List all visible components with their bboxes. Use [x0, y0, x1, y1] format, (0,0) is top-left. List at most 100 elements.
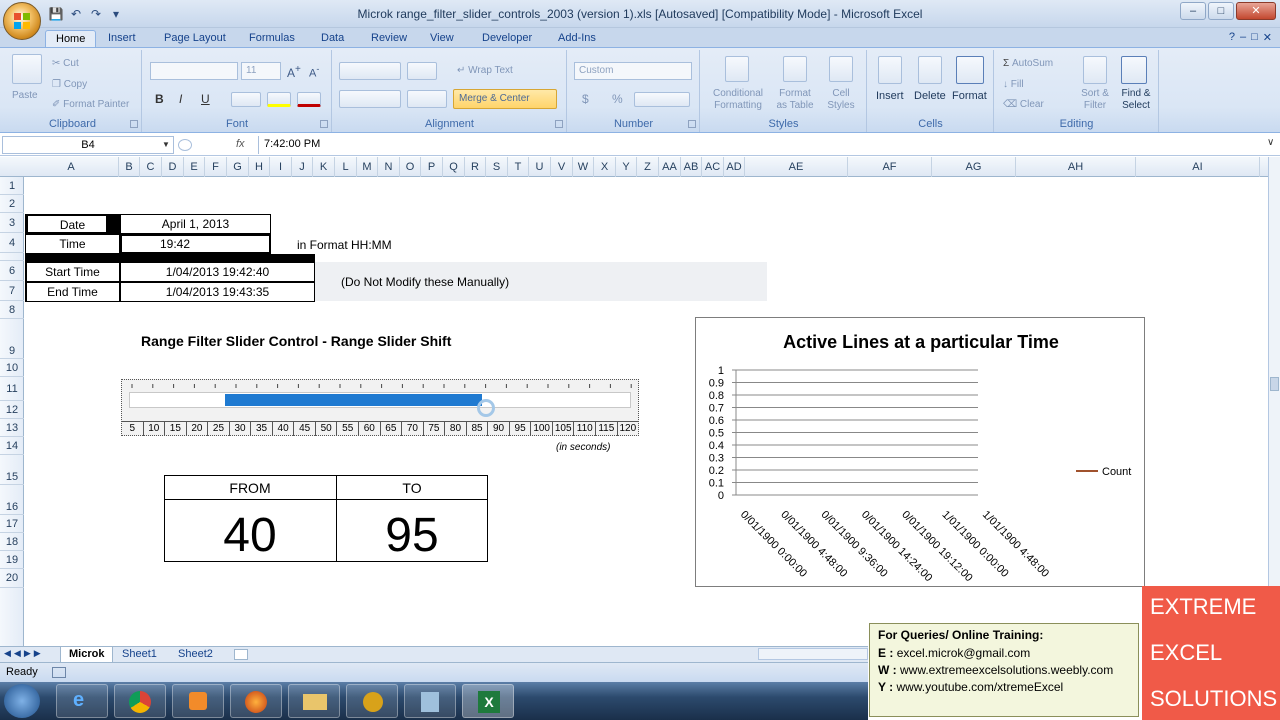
clear-button[interactable]: ⌫ Clear — [1003, 99, 1044, 110]
row-header-13[interactable]: 13 — [0, 419, 24, 437]
vertical-scrollbar[interactable] — [1268, 157, 1280, 587]
help-icon[interactable]: ? — [1229, 31, 1235, 44]
column-header-v[interactable]: V — [551, 157, 573, 177]
column-header-ag[interactable]: AG — [932, 157, 1016, 177]
shrink-font-icon[interactable]: A- — [309, 64, 319, 80]
minimize-button[interactable]: – — [1180, 2, 1206, 20]
column-header-g[interactable]: G — [227, 157, 249, 177]
row-header-14[interactable]: 14 — [0, 437, 24, 455]
close-workbook-button[interactable]: ✕ — [1263, 31, 1272, 44]
indent-icons[interactable] — [407, 90, 447, 108]
fill-button[interactable]: ↓ Fill — [1003, 79, 1024, 90]
internet-explorer-icon[interactable]: e — [56, 684, 108, 718]
excel-taskbar-icon[interactable]: X — [462, 684, 514, 718]
start-button[interactable] — [4, 684, 40, 718]
insert-sheet-icon[interactable] — [234, 649, 248, 660]
column-header-ae[interactable]: AE — [745, 157, 848, 177]
binoculars-icon[interactable] — [1121, 56, 1147, 84]
row-header-2[interactable]: 2 — [0, 195, 24, 213]
tab-home[interactable]: Home — [45, 30, 97, 48]
conditional-formatting-button[interactable]: Conditional Formatting — [705, 88, 771, 112]
currency-button[interactable]: $ — [582, 92, 589, 106]
headphones-icon[interactable] — [346, 684, 398, 718]
row-header-5[interactable]: 5 — [0, 253, 24, 261]
column-header-y[interactable]: Y — [616, 157, 637, 177]
column-header-m[interactable]: M — [357, 157, 378, 177]
fill-color-icon[interactable] — [267, 92, 291, 107]
column-header-x[interactable]: X — [594, 157, 616, 177]
row-header-16[interactable]: 16 — [0, 485, 24, 515]
column-header-d[interactable]: D — [162, 157, 184, 177]
column-header-ac[interactable]: AC — [702, 157, 724, 177]
active-lines-chart[interactable]: Active Lines at a particular Time 0 0.1 0.2… — [695, 317, 1145, 587]
maximize-button[interactable]: □ — [1208, 2, 1234, 20]
column-header-ab[interactable]: AB — [681, 157, 702, 177]
row-header-19[interactable]: 19 — [0, 551, 24, 569]
column-header-c[interactable]: C — [140, 157, 162, 177]
format-cells-icon[interactable] — [956, 56, 984, 84]
paste-button[interactable]: Paste — [12, 90, 38, 101]
row-header-15[interactable]: 15 — [0, 455, 24, 485]
column-header-ad[interactable]: AD — [724, 157, 745, 177]
row-header-3[interactable]: 3 — [0, 213, 24, 233]
sort-filter-icon[interactable] — [1083, 56, 1107, 84]
firefox-icon[interactable] — [230, 684, 282, 718]
office-button[interactable] — [3, 2, 41, 40]
row-header-1[interactable]: 1 — [0, 177, 24, 195]
insert-cells-icon[interactable] — [878, 56, 902, 84]
row-header-10[interactable]: 10 — [0, 359, 24, 377]
column-header-w[interactable]: W — [573, 157, 594, 177]
folder-icon[interactable] — [288, 684, 340, 718]
tab-developer[interactable]: Developer — [472, 30, 542, 48]
italic-button[interactable]: I — [179, 92, 182, 106]
percent-button[interactable]: % — [612, 92, 623, 106]
time-value-cell[interactable] — [120, 234, 271, 254]
sheet-tab-sheet2[interactable]: Sheet2 — [170, 647, 221, 663]
font-size-combo[interactable]: 11 — [241, 62, 281, 80]
media-player-icon[interactable] — [172, 684, 224, 718]
column-header-o[interactable]: O — [400, 157, 421, 177]
format-painter-button[interactable]: ✐ Format Painter — [52, 99, 129, 110]
row-header-7[interactable]: 7 — [0, 281, 24, 301]
underline-button[interactable]: U — [201, 92, 210, 106]
decimal-icons[interactable] — [634, 92, 690, 107]
column-header-n[interactable]: N — [378, 157, 400, 177]
column-header-a[interactable]: A — [24, 157, 119, 177]
column-header-f[interactable]: F — [205, 157, 227, 177]
column-header-j[interactable]: J — [292, 157, 313, 177]
row-header-6[interactable]: 6 — [0, 261, 24, 281]
chrome-icon[interactable] — [114, 684, 166, 718]
column-header-r[interactable]: R — [465, 157, 486, 177]
tab-view[interactable]: View — [420, 30, 464, 48]
tab-review[interactable]: Review — [361, 30, 417, 48]
column-header-k[interactable]: K — [313, 157, 335, 177]
bold-button[interactable]: B — [155, 92, 164, 106]
row-header-4[interactable]: 4 — [0, 233, 24, 253]
formula-input[interactable]: 7:42:00 PM — [258, 136, 1266, 154]
sheet-tab-microk[interactable]: Microk — [60, 647, 114, 663]
column-header-s[interactable]: S — [486, 157, 508, 177]
sheet-tab-sheet1[interactable]: Sheet1 — [114, 647, 165, 663]
font-color-icon[interactable] — [297, 92, 321, 107]
tab-data[interactable]: Data — [311, 30, 354, 48]
copy-button[interactable]: ❐ Copy — [52, 79, 87, 90]
horizontal-align-icons[interactable] — [339, 90, 401, 108]
minimize-workbook-button[interactable]: – — [1240, 31, 1246, 44]
column-header-ah[interactable]: AH — [1016, 157, 1136, 177]
paste-icon[interactable] — [12, 54, 42, 84]
row-header-8[interactable]: 8 — [0, 301, 24, 319]
column-header-af[interactable]: AF — [848, 157, 932, 177]
delete-button[interactable]: Delete — [914, 90, 946, 102]
notepad-icon[interactable] — [404, 684, 456, 718]
clipboard-launcher-icon[interactable] — [130, 120, 138, 128]
name-box[interactable]: B4 — [2, 136, 174, 154]
wrap-text-button[interactable]: ↵ Wrap Text — [457, 65, 513, 76]
borders-icon[interactable] — [231, 92, 261, 107]
range-slider[interactable]: 5 10 15 20 25 30 35 40 45 50 55 60 65 70 75 80 85 90 95 100… — [121, 379, 639, 436]
vertical-align-icons[interactable] — [339, 62, 401, 80]
tab-page-layout[interactable]: Page Layout — [154, 30, 236, 48]
horizontal-scrollbar[interactable] — [758, 648, 868, 660]
row-header-11[interactable]: 11 — [0, 377, 24, 401]
column-header-i[interactable]: I — [270, 157, 292, 177]
slider-handle[interactable] — [477, 399, 496, 417]
